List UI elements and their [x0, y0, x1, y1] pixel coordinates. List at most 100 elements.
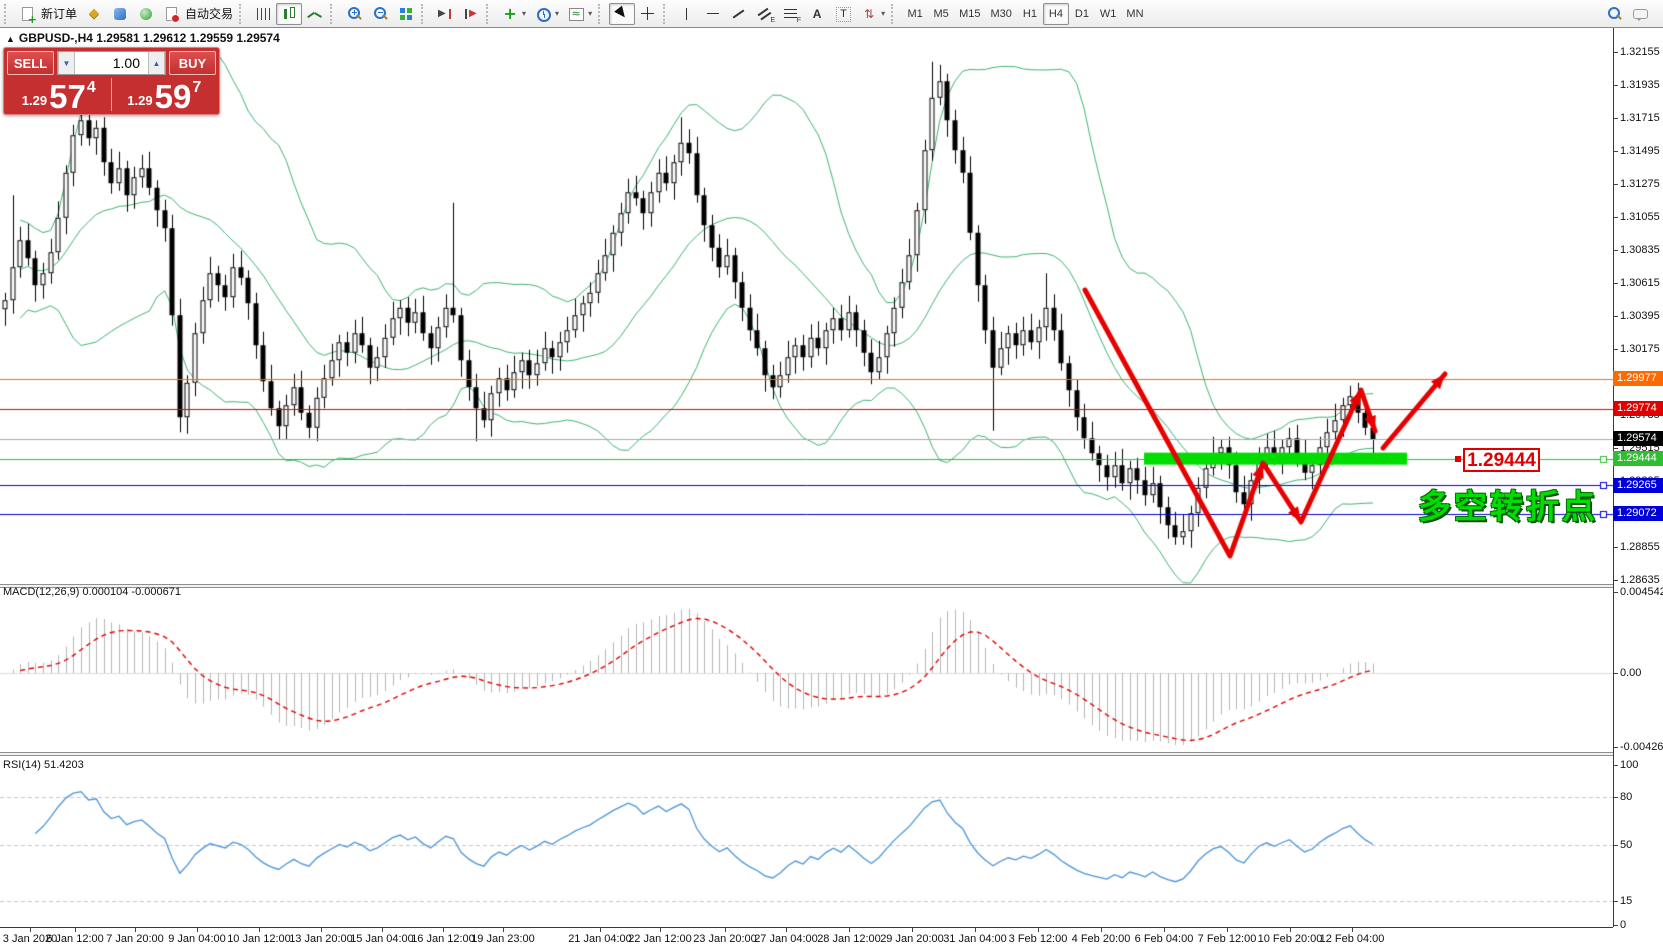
- price-line-tag: 1.29574: [1613, 431, 1663, 446]
- volume-input[interactable]: [75, 52, 148, 74]
- timeframe-h1-button[interactable]: H1: [1017, 3, 1043, 25]
- bar-chart-button[interactable]: [250, 3, 276, 25]
- channel-icon: [756, 6, 774, 22]
- periods-button[interactable]: ▾: [530, 3, 563, 25]
- level-price-label[interactable]: 1.29444: [1463, 448, 1540, 472]
- buy-price[interactable]: 1.29597: [113, 78, 217, 111]
- time-tick: [443, 928, 444, 932]
- collapse-icon[interactable]: ▲: [6, 34, 15, 44]
- auto-trading-button[interactable]: 自动交易: [159, 3, 237, 25]
- chevron-down-icon: ▾: [555, 9, 559, 18]
- trendline-icon: [730, 6, 748, 22]
- search-button[interactable]: [1601, 3, 1627, 25]
- chevron-down-icon: ▾: [881, 9, 885, 18]
- time-axis-label: 10 Feb 20:00: [1258, 933, 1323, 945]
- crosshair-button[interactable]: [635, 3, 661, 25]
- indicator-plus-icon: [501, 6, 519, 22]
- text-button[interactable]: [804, 3, 830, 25]
- tile-icon: [397, 6, 415, 22]
- toolbar-grip: [421, 4, 428, 24]
- chartshift-icon: [462, 6, 480, 22]
- gold-arrow-icon: [85, 6, 103, 22]
- rsi-axis-label: 50: [1614, 839, 1632, 851]
- price-chart-canvas[interactable]: [0, 28, 1613, 584]
- macd-indicator-label: MACD(12,26,9) 0.000104 -0.000671: [3, 586, 181, 598]
- sell-button[interactable]: SELL: [7, 51, 54, 75]
- chat-button[interactable]: [1627, 3, 1653, 25]
- time-tick: [1101, 928, 1102, 932]
- templates-button[interactable]: ▾: [563, 3, 596, 25]
- buy-button[interactable]: BUY: [169, 51, 216, 75]
- time-axis-label: 12 Feb 04:00: [1320, 933, 1385, 945]
- textlabel-icon: [834, 6, 852, 22]
- time-axis-label: 28 Jan 12:00: [817, 933, 881, 945]
- volume-decrease-button[interactable]: ▼: [58, 52, 75, 74]
- price-line-tag: 1.29444: [1613, 451, 1663, 466]
- sell-price[interactable]: 1.29574: [7, 78, 112, 111]
- timeframe-m1-button[interactable]: M1: [902, 3, 928, 25]
- rsi-axis-label: 100: [1614, 759, 1638, 771]
- rsi-indicator-label: RSI(14) 51.4203: [3, 759, 84, 771]
- macd-canvas[interactable]: [0, 588, 1613, 752]
- timeframe-mn-button[interactable]: MN: [1121, 3, 1148, 25]
- indicators-button[interactable]: ▾: [497, 3, 530, 25]
- vertical-line-button[interactable]: [674, 3, 700, 25]
- chevron-down-icon: ▾: [588, 9, 592, 18]
- toolbar-grip: [598, 4, 605, 24]
- rsi-canvas[interactable]: [0, 756, 1613, 927]
- time-tick: [1227, 928, 1228, 932]
- timeframe-d1-button[interactable]: D1: [1069, 3, 1095, 25]
- chart-shift-button[interactable]: [458, 3, 484, 25]
- timeframe-m30-button[interactable]: M30: [986, 3, 1017, 25]
- level-label-handle[interactable]: [1455, 456, 1461, 462]
- trendline-button[interactable]: [726, 3, 752, 25]
- time-axis-label: 6 Feb 04:00: [1135, 933, 1194, 945]
- new-order-icon: [19, 6, 37, 22]
- time-axis-label: 27 Jan 04:00: [754, 933, 818, 945]
- zoom-in-button[interactable]: [341, 3, 367, 25]
- horizontal-line-button[interactable]: [700, 3, 726, 25]
- zoom-out-button[interactable]: [367, 3, 393, 25]
- time-axis-label: 22 Jan 12:00: [628, 933, 692, 945]
- green-globe-icon: [137, 6, 155, 22]
- channel-button[interactable]: [752, 3, 778, 25]
- chart-area: 1.321551.319351.317151.314951.312751.310…: [0, 28, 1663, 949]
- volume-stepper: ▼ ▲: [57, 51, 166, 75]
- timeframe-m5-button[interactable]: M5: [928, 3, 954, 25]
- candlestick-chart-button[interactable]: [276, 3, 302, 25]
- pivot-annotation-text[interactable]: 多空转折点: [1418, 480, 1598, 528]
- template-icon: [567, 6, 585, 22]
- metaeditor-button[interactable]: [81, 3, 107, 25]
- volume-increase-button[interactable]: ▲: [148, 52, 165, 74]
- autoscroll-icon: [436, 6, 454, 22]
- arrows-button[interactable]: ▾: [856, 3, 889, 25]
- timeframe-m15-button[interactable]: M15: [954, 3, 985, 25]
- toolbar-grip: [891, 4, 898, 24]
- vline-icon: [678, 6, 696, 22]
- market-button[interactable]: [107, 3, 133, 25]
- time-tick: [75, 928, 76, 932]
- cursor-button[interactable]: [609, 3, 635, 25]
- line-chart-button[interactable]: [302, 3, 328, 25]
- rsi-axis-label: 15: [1614, 895, 1632, 907]
- zoom-in-icon: [345, 6, 363, 22]
- time-tick: [849, 928, 850, 932]
- timeframe-w1-button[interactable]: W1: [1095, 3, 1122, 25]
- time-tick: [321, 928, 322, 932]
- one-click-trading-panel: SELL ▼ ▲ BUY 1.29574 1.29597: [3, 47, 220, 115]
- chart-ohlc-header: ▲GBPUSD-,H4 1.29581 1.29612 1.29559 1.29…: [6, 31, 280, 45]
- time-axis-label: 7 Jan 20:00: [106, 933, 164, 945]
- time-tick: [135, 928, 136, 932]
- time-tick: [1352, 928, 1353, 932]
- time-axis[interactable]: 3 Jan 20206 Jan 12:007 Jan 20:009 Jan 04…: [0, 928, 1663, 949]
- fibonacci-button[interactable]: [778, 3, 804, 25]
- time-tick: [197, 928, 198, 932]
- signals-button[interactable]: [133, 3, 159, 25]
- label-button[interactable]: [830, 3, 856, 25]
- auto-scroll-button[interactable]: [432, 3, 458, 25]
- new-order-button[interactable]: 新订单: [15, 3, 81, 25]
- tile-windows-button[interactable]: [393, 3, 419, 25]
- text-icon: [808, 6, 826, 22]
- time-axis-label: 4 Feb 20:00: [1072, 933, 1131, 945]
- timeframe-h4-button[interactable]: H4: [1043, 3, 1069, 25]
